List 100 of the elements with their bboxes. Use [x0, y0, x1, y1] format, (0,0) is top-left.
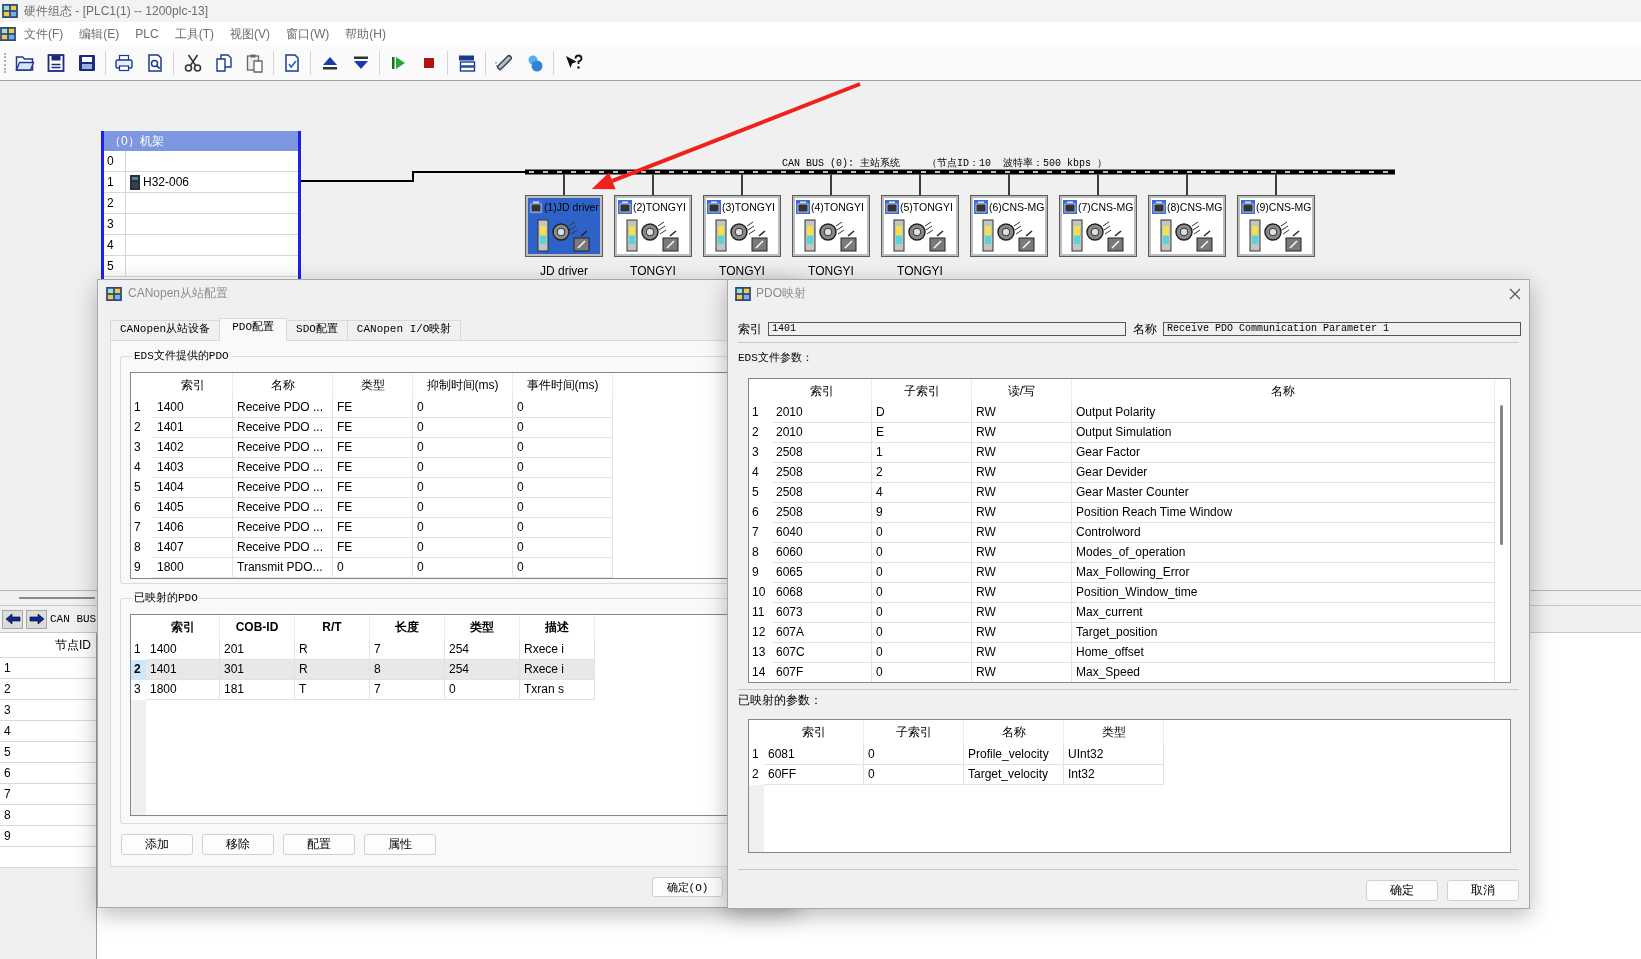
table-cell: 0: [513, 398, 613, 418]
table-cell: 1405: [153, 498, 233, 518]
print-preview-icon[interactable]: [145, 52, 165, 73]
tab[interactable]: CANopen I/O映射: [346, 320, 462, 340]
device-node[interactable]: (5)TONGYI: [881, 195, 959, 257]
row-header[interactable]: 2: [131, 660, 146, 680]
row-header[interactable]: 5: [0, 742, 96, 763]
remove-button[interactable]: 移除: [202, 834, 274, 855]
table-cell: 0: [513, 538, 613, 558]
name-field[interactable]: Receive PDO Communication Parameter 1: [1163, 322, 1521, 336]
device-icon: [1063, 199, 1077, 214]
device-node[interactable]: (4)TONGYI: [792, 195, 870, 257]
table-cell: 0: [872, 643, 972, 663]
tab[interactable]: CANopen从站设备: [110, 320, 221, 340]
menu-item[interactable]: PLC: [127, 23, 167, 44]
table-cell: 6073: [772, 603, 872, 623]
cable-icon[interactable]: [494, 52, 514, 73]
device-node[interactable]: (3)TONGYI: [703, 195, 781, 257]
table-cell: 0: [413, 538, 513, 558]
module-name[interactable]: H32-006: [143, 175, 190, 189]
row-header[interactable]: 7: [0, 784, 96, 805]
scrollbar[interactable]: [1500, 405, 1503, 545]
section-label: EDS文件参数：: [738, 351, 814, 365]
device-icon: [974, 199, 988, 214]
section-label: 已映射的参数：: [738, 692, 823, 707]
column-header: 节点ID: [0, 633, 96, 658]
back-button[interactable]: [2, 609, 23, 629]
table-cell: 254: [445, 660, 520, 680]
slot-number: 1: [104, 172, 126, 192]
window-title: 硬件组态 - [PLC1(1) -- 1200plc-13]: [24, 2, 209, 20]
device-node[interactable]: (8)CNS-MG: [1148, 195, 1226, 257]
device-node[interactable]: (1)JD driver: [525, 195, 603, 257]
node-title: (1)JD driver: [544, 200, 599, 213]
tab[interactable]: PDO配置: [219, 318, 288, 341]
document-check-icon[interactable]: [282, 52, 302, 73]
forward-button[interactable]: [26, 609, 47, 629]
add-button[interactable]: 添加: [121, 834, 193, 855]
connector-line: [652, 173, 654, 196]
table-cell: Home_offset: [1072, 643, 1495, 663]
index-field[interactable]: 1401: [768, 322, 1126, 336]
table-cell: 7: [370, 680, 445, 700]
cut-icon[interactable]: [182, 52, 203, 73]
configure-button[interactable]: 配置: [283, 834, 355, 855]
row-header[interactable]: 8: [0, 805, 96, 826]
table-cell: 6068: [772, 583, 872, 603]
print-icon[interactable]: [114, 52, 134, 73]
servo-drive-icon: [803, 217, 859, 253]
device-node[interactable]: (9)CNS-MG: [1237, 195, 1315, 257]
node-title: (7)CNS-MG: [1078, 200, 1134, 213]
table-cell: 0: [513, 438, 613, 458]
ok-button[interactable]: 确定: [1366, 880, 1438, 901]
column-header: 描述: [520, 615, 595, 640]
arrow-right-icon: [28, 613, 45, 625]
row-header[interactable]: 9: [0, 826, 96, 847]
table-cell: FE: [333, 458, 413, 478]
menu-item[interactable]: 工具(T): [166, 23, 222, 44]
save-all-icon[interactable]: [76, 52, 97, 73]
paste-icon[interactable]: [244, 52, 265, 73]
column-header: 读/写: [972, 379, 1072, 403]
node-title: (3)TONGYI: [722, 200, 775, 213]
menu-item[interactable]: 编辑(E): [71, 23, 128, 44]
row-header[interactable]: 1: [0, 658, 96, 679]
row-header[interactable]: 4: [0, 721, 96, 742]
servo-drive-icon: [892, 217, 948, 253]
menu-item[interactable]: 文件(F): [16, 23, 72, 44]
ok-button[interactable]: 确定(O): [652, 877, 723, 897]
field-label: 索引: [738, 320, 763, 338]
table-cell: 0: [445, 680, 520, 700]
close-icon[interactable]: [1509, 287, 1521, 300]
table-cell: 0: [513, 478, 613, 498]
row-header[interactable]: 2: [0, 679, 96, 700]
device-icon: [529, 199, 543, 214]
table-cell: 607A: [772, 623, 872, 643]
save-icon[interactable]: [45, 52, 66, 73]
device-node[interactable]: (6)CNS-MG: [970, 195, 1048, 257]
table-cell: 1800: [153, 558, 233, 578]
menu-item[interactable]: 视图(V): [222, 23, 278, 44]
node-caption: TONGYI: [808, 264, 854, 278]
copy-icon[interactable]: [213, 52, 234, 73]
row-header[interactable]: 6: [0, 763, 96, 784]
menu-item[interactable]: 窗口(W): [278, 23, 338, 44]
properties-button[interactable]: 属性: [364, 834, 436, 855]
connector-line: [1097, 173, 1099, 196]
device-node[interactable]: (7)CNS-MG: [1059, 195, 1137, 257]
table-cell: Output Simulation: [1072, 423, 1495, 443]
menu-item[interactable]: 帮助(H): [337, 23, 394, 44]
table-cell: Profile_velocity: [964, 745, 1064, 765]
column-header: 子索引: [872, 379, 972, 403]
table-cell: 0: [872, 603, 972, 623]
table-cell: 1: [872, 443, 972, 463]
table-cell: RW: [972, 403, 1072, 423]
table-cell: Target_velocity: [964, 765, 1064, 785]
table-cell: 2508: [772, 483, 872, 503]
row-header[interactable]: 3: [0, 700, 96, 721]
table-cell: Receive PDO ...: [233, 478, 333, 498]
device-node[interactable]: (2)TONGYI: [614, 195, 692, 257]
slot-number: 4: [104, 235, 126, 255]
table-cell: Receive PDO ...: [233, 438, 333, 458]
cancel-button[interactable]: 取消: [1447, 880, 1519, 901]
slot-number: 0: [104, 151, 126, 171]
